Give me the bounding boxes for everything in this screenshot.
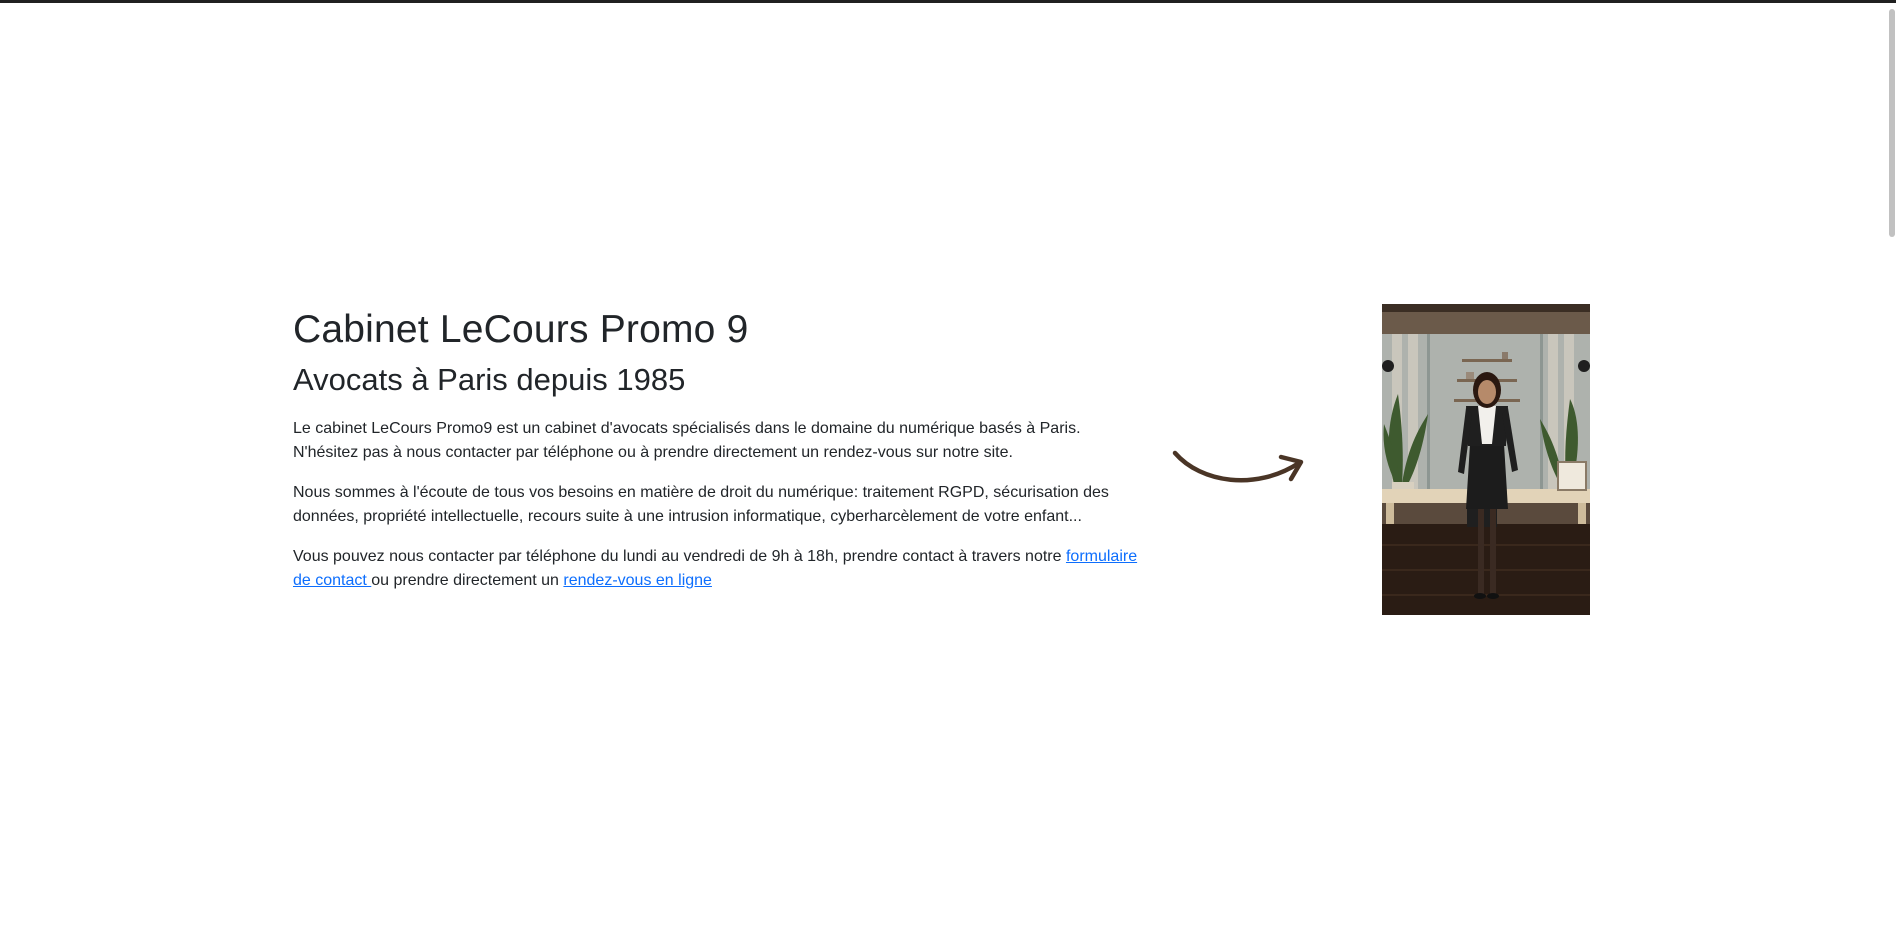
contact-paragraph: Vous pouvez nous contacter par téléphone…: [293, 545, 1143, 593]
vertical-scrollbar[interactable]: [1888, 3, 1896, 931]
online-appointment-link[interactable]: rendez-vous en ligne: [563, 572, 712, 589]
contact-paragraph-middle: ou prendre directement un: [371, 572, 564, 589]
curved-arrow-right-icon: [1172, 450, 1304, 483]
page-subtitle: Avocats à Paris depuis 1985: [293, 362, 686, 397]
contact-paragraph-prefix: Vous pouvez nous contacter par téléphone…: [293, 548, 1066, 565]
intro-paragraph: Le cabinet LeCours Promo9 est un cabinet…: [293, 420, 1081, 461]
lawyer-office-illustration: [1382, 304, 1590, 615]
lawyer-office-photo: [1382, 304, 1590, 615]
hero-section: Cabinet LeCours Promo 9 Avocats à Paris …: [293, 300, 1593, 630]
hero-text-column: Cabinet LeCours Promo 9 Avocats à Paris …: [293, 300, 1143, 609]
scrollbar-thumb[interactable]: [1889, 9, 1895, 237]
page-title: Cabinet LeCours Promo 9: [293, 308, 749, 351]
services-paragraph: Nous sommes à l'écoute de tous vos besoi…: [293, 484, 1109, 525]
window-top-border: [0, 0, 1896, 3]
